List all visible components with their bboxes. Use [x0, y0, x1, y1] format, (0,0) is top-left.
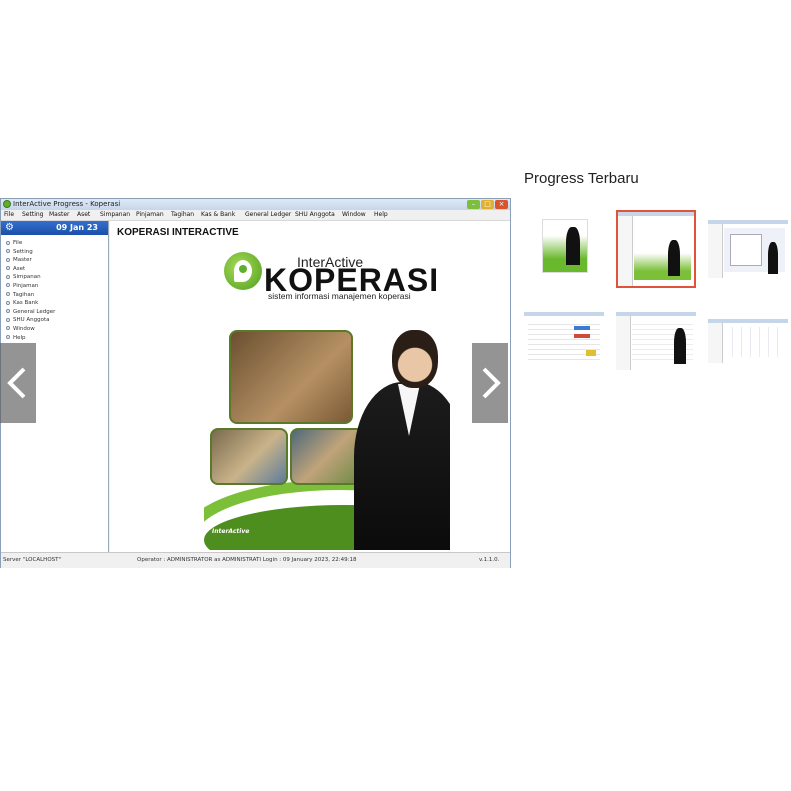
menu-setting[interactable]: Setting [22, 210, 43, 220]
thumbnail-5[interactable] [616, 312, 696, 370]
server-status: Server "LOCALHOST" [3, 557, 62, 563]
title-bar: InterActive Progress - Koperasi – □ × [1, 199, 510, 210]
window-controls: – □ × [467, 199, 508, 210]
woman-head [392, 330, 438, 388]
tree-item-aset[interactable]: Aset [6, 265, 55, 274]
thumbnail-6[interactable] [708, 319, 788, 363]
menu-help[interactable]: Help [374, 210, 388, 220]
woman-figure [354, 382, 450, 550]
version-label: v.1.1.0. [479, 557, 500, 563]
brand-mark: InterActive [212, 528, 250, 535]
close-button[interactable]: × [495, 200, 508, 209]
tree-node-icon [6, 326, 10, 331]
thumbnail-4[interactable] [524, 312, 604, 370]
tree-node-icon [6, 309, 10, 314]
menu-simpanan[interactable]: Simpanan [100, 210, 130, 220]
status-bar: Server "LOCALHOST" Operator : ADMINISTRA… [1, 552, 510, 568]
menu-window[interactable]: Window [342, 210, 366, 220]
tree-item-kas-bank[interactable]: Kas Bank [6, 299, 55, 308]
logo-tagline: sistem informasi manajemen koperasi [268, 291, 411, 301]
tree-node-icon [6, 257, 10, 262]
product-cover: InterActive KOPERASI sistem informasi ma… [204, 250, 450, 550]
menu-tagihan[interactable]: Tagihan [171, 210, 194, 220]
tree-item-general-ledger[interactable]: General Ledger [6, 308, 55, 317]
tree-node-icon [6, 240, 10, 245]
tree-item-setting[interactable]: Setting [6, 248, 55, 257]
tree-node-icon [6, 283, 10, 288]
menu-kas-bank[interactable]: Kas & Bank [201, 210, 235, 220]
tree-node-icon [6, 317, 10, 322]
tree-item-shu-anggota[interactable]: SHU Anggota [6, 316, 55, 325]
photo-office [210, 428, 288, 485]
previous-slide-button[interactable] [0, 343, 36, 423]
photo-desk [290, 428, 364, 485]
operator-status: Operator : ADMINISTRATOR as ADMINISTRATI… [137, 557, 357, 563]
menu-file[interactable]: File [4, 210, 14, 220]
thumbnail-2[interactable] [616, 210, 696, 288]
thumbnail-1[interactable] [524, 215, 604, 273]
tree-item-window[interactable]: Window [6, 325, 55, 334]
maximize-button[interactable]: □ [481, 200, 494, 209]
photo-meeting [229, 330, 353, 424]
menu-shu-anggota[interactable]: SHU Anggota [295, 210, 335, 220]
date-header: ⚙ 09 Jan 23 [1, 221, 108, 235]
tree-item-pinjaman[interactable]: Pinjaman [6, 282, 55, 291]
tree-item-tagihan[interactable]: Tagihan [6, 291, 55, 300]
current-date: 09 Jan 23 [56, 223, 98, 232]
next-slide-button[interactable] [472, 343, 508, 423]
chevron-right-icon [482, 367, 501, 399]
tree-node-icon [6, 292, 10, 297]
tree-item-simpanan[interactable]: Simpanan [6, 273, 55, 282]
minimize-button[interactable]: – [467, 200, 480, 209]
chevron-left-icon [7, 367, 26, 399]
tree-node-icon [6, 274, 10, 279]
page-title: KOPERASI INTERACTIVE [117, 227, 239, 238]
tree-item-file[interactable]: File [6, 239, 55, 248]
menu-aset[interactable]: Aset [77, 210, 90, 220]
window-title: InterActive Progress - Koperasi [13, 200, 121, 208]
menu-bar: File Setting Master Aset Simpanan Pinjam… [1, 210, 510, 221]
tree-item-master[interactable]: Master [6, 256, 55, 265]
thumbnail-3[interactable] [708, 220, 788, 278]
module-tree: File Setting Master Aset Simpanan Pinjam… [6, 239, 55, 342]
p-logo-icon [224, 252, 262, 290]
tree-node-icon [6, 266, 10, 271]
tree-item-help[interactable]: Help [6, 334, 55, 343]
gear-icon[interactable]: ⚙ [5, 222, 14, 234]
tree-node-icon [6, 335, 10, 340]
gallery-title: Progress Terbaru [524, 170, 639, 187]
tree-node-icon [6, 300, 10, 305]
menu-master[interactable]: Master [49, 210, 70, 220]
menu-general-ledger[interactable]: General Ledger [245, 210, 291, 220]
tree-node-icon [6, 249, 10, 254]
app-icon [3, 200, 11, 208]
menu-pinjaman[interactable]: Pinjaman [136, 210, 164, 220]
